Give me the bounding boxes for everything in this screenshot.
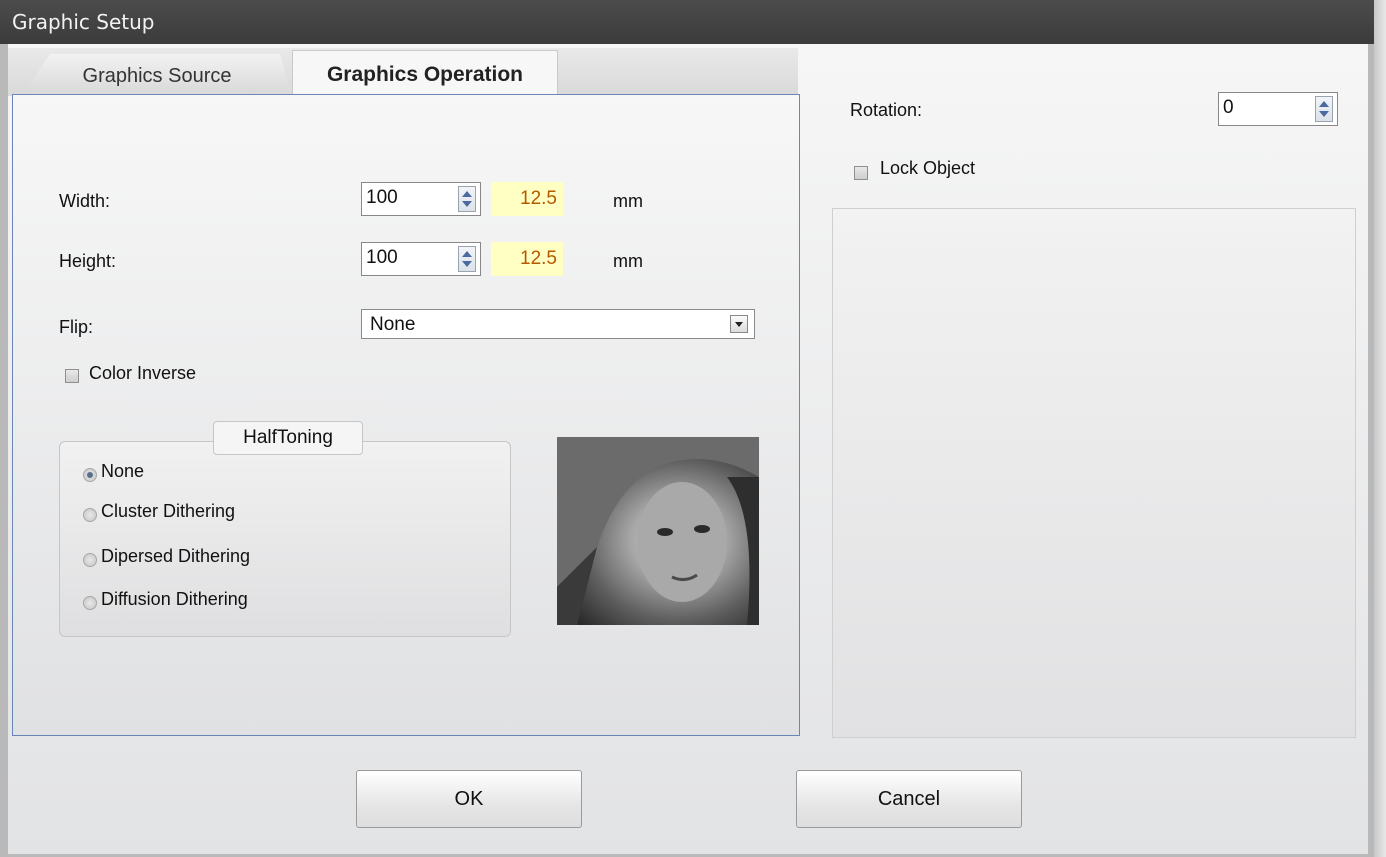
cancel-button[interactable]: Cancel: [796, 770, 1022, 828]
width-spin-buttons[interactable]: [458, 186, 476, 212]
spin-up-icon[interactable]: [462, 191, 472, 197]
background-window-edge: [1374, 0, 1386, 857]
spin-down-icon[interactable]: [1319, 111, 1329, 117]
object-preview-area: [832, 208, 1356, 738]
height-spin-buttons[interactable]: [458, 246, 476, 272]
spin-down-icon[interactable]: [462, 201, 472, 207]
radio-none[interactable]: [83, 468, 97, 482]
width-unit: mm: [613, 191, 643, 211]
height-spinbox[interactable]: 100: [361, 242, 481, 276]
rotation-spinbox[interactable]: 0: [1218, 92, 1338, 126]
height-mm-value: 12.5: [491, 242, 563, 276]
radio-dipersed-dithering[interactable]: [83, 553, 97, 567]
chevron-down-icon[interactable]: [730, 315, 748, 333]
flip-select[interactable]: None: [361, 309, 755, 339]
height-value[interactable]: 100: [366, 247, 398, 269]
rotation-spin-buttons[interactable]: [1315, 96, 1333, 122]
flip-label: Flip:: [59, 317, 94, 337]
spin-down-icon[interactable]: [462, 261, 472, 267]
graphic-setup-dialog: Graphic Setup Graphics Source Graphics O…: [0, 0, 1374, 857]
lock-object-checkbox[interactable]: [854, 166, 868, 180]
width-mm-value: 12.5: [491, 182, 563, 216]
width-value[interactable]: 100: [366, 187, 398, 209]
height-label: Height:: [59, 251, 117, 271]
tab-strip: Graphics Source Graphics Operation: [8, 48, 798, 98]
dialog-title: Graphic Setup: [0, 0, 1374, 44]
tab-graphics-source[interactable]: Graphics Source: [22, 54, 292, 96]
rotation-label: Rotation:: [850, 100, 923, 120]
radio-diffusion-dithering-label[interactable]: Diffusion Dithering: [101, 589, 248, 610]
halftoning-title: HalfToning: [213, 421, 363, 455]
height-unit: mm: [613, 251, 643, 271]
radio-cluster-dithering[interactable]: [83, 508, 97, 522]
graphics-operation-panel: Width: 100 12.5 mm Height: 100 12.5 mm F…: [12, 94, 800, 736]
radio-dipersed-dithering-label[interactable]: Dipersed Dithering: [101, 546, 250, 567]
lock-object-label[interactable]: Lock Object: [880, 158, 975, 179]
spin-up-icon[interactable]: [1319, 101, 1329, 107]
graphic-preview-image: [557, 437, 759, 625]
radio-none-label[interactable]: None: [101, 461, 144, 482]
dialog-client: Graphics Source Graphics Operation Width…: [8, 44, 1368, 854]
color-inverse-label[interactable]: Color Inverse: [89, 363, 196, 384]
width-spinbox[interactable]: 100: [361, 182, 481, 216]
flip-value: None: [370, 314, 416, 335]
radio-cluster-dithering-label[interactable]: Cluster Dithering: [101, 501, 235, 522]
rotation-value[interactable]: 0: [1223, 97, 1234, 119]
radio-diffusion-dithering[interactable]: [83, 596, 97, 610]
spin-up-icon[interactable]: [462, 251, 472, 257]
ok-button[interactable]: OK: [356, 770, 582, 828]
width-label: Width:: [59, 191, 111, 211]
color-inverse-checkbox[interactable]: [65, 369, 79, 383]
tab-graphics-operation[interactable]: Graphics Operation: [292, 50, 558, 98]
